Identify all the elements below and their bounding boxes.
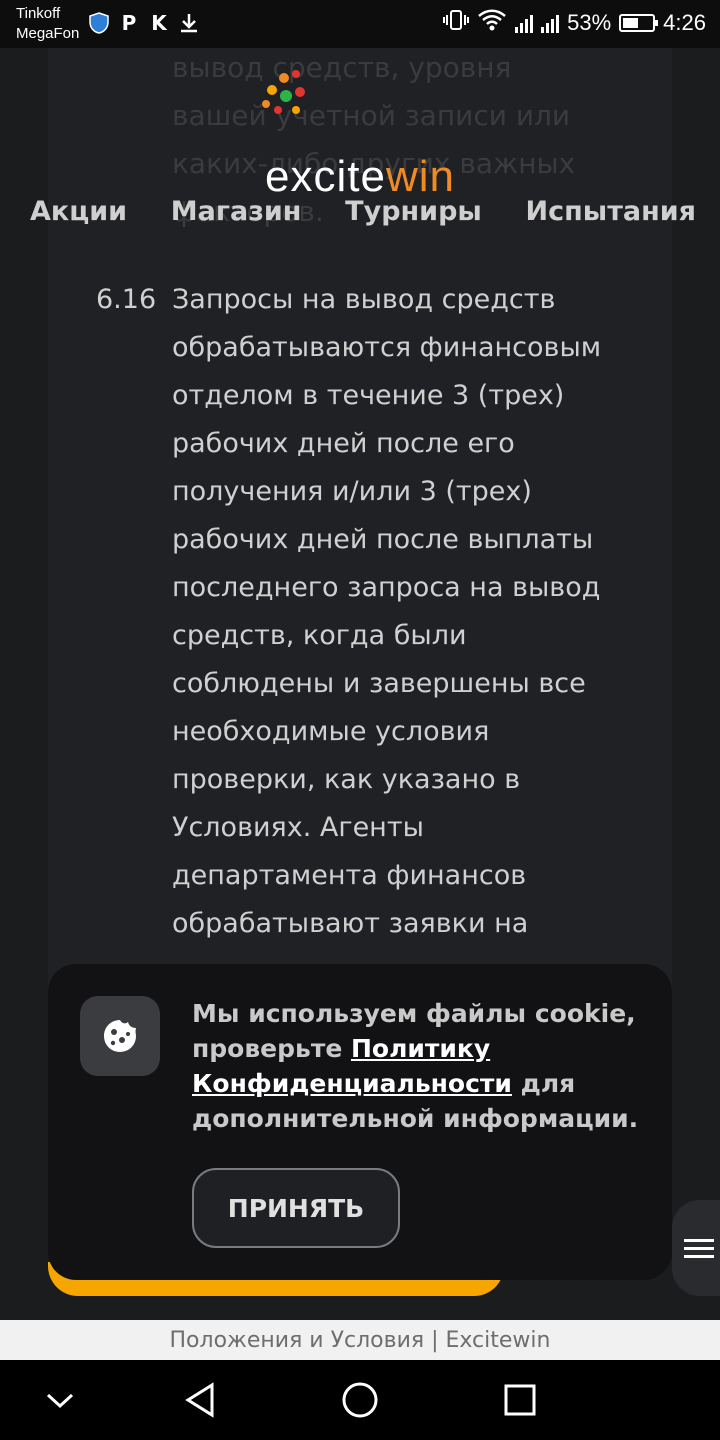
clause-number: 6.16 xyxy=(96,284,157,315)
cookie-banner: Мы используем файлы cookie, проверьте По… xyxy=(48,964,672,1280)
site-header: excitewin Акции Магазин Турниры Испытани… xyxy=(0,48,720,248)
hide-nav-button[interactable] xyxy=(40,1380,80,1420)
home-circle-icon xyxy=(342,1382,378,1418)
nav-challenges[interactable]: Испытания xyxy=(526,196,696,227)
clause-text: Запросы на вывод средств обрабатываются … xyxy=(172,284,602,939)
vibrate-icon xyxy=(443,8,470,38)
signal-1-icon xyxy=(515,13,534,33)
download-icon xyxy=(178,12,200,34)
recents-square-icon xyxy=(504,1384,536,1416)
cookie-message: Мы используем файлы cookie, проверьте По… xyxy=(192,996,642,1136)
carrier-line-1: Tinkoff xyxy=(16,5,61,22)
hamburger-icon xyxy=(684,1234,714,1263)
back-triangle-icon xyxy=(185,1382,214,1418)
menu-button[interactable] xyxy=(672,1200,720,1296)
k-app-icon: K xyxy=(151,11,167,35)
clock: 4:26 xyxy=(663,10,706,35)
battery-icon xyxy=(619,14,659,32)
wifi-icon xyxy=(477,8,507,38)
nav-shop[interactable]: Магазин xyxy=(171,196,302,227)
carrier-line-2: MegaFon xyxy=(16,25,80,42)
nav-promotions[interactable]: Акции xyxy=(30,196,127,227)
p-app-icon: P xyxy=(121,11,137,35)
status-bar: Tinkoff MegaFon P K 53% 4:26 xyxy=(0,0,720,48)
carrier-label: Tinkoff MegaFon xyxy=(16,4,79,44)
accept-cookies-button[interactable]: ПРИНЯТЬ xyxy=(192,1168,400,1248)
back-button[interactable] xyxy=(180,1380,220,1420)
logo-dots-icon xyxy=(262,70,305,114)
shield-icon xyxy=(88,12,110,34)
home-button[interactable] xyxy=(340,1380,380,1420)
battery-percent: 53% xyxy=(567,10,612,35)
signal-2-icon xyxy=(541,13,560,33)
recents-button[interactable] xyxy=(500,1380,540,1420)
logo-text-win: win xyxy=(385,152,455,201)
chevron-down-icon xyxy=(46,1393,74,1409)
system-nav-bar xyxy=(0,1360,720,1440)
status-right: 53% 4:26 xyxy=(443,8,706,38)
cookie-icon xyxy=(80,996,160,1076)
main-nav: Акции Магазин Турниры Испытания xyxy=(0,196,720,227)
site-logo[interactable]: excitewin xyxy=(0,152,720,202)
terms-clause: 6.16 Запросы на вывод средств обрабатыва… xyxy=(96,276,642,948)
nav-tournaments[interactable]: Турниры xyxy=(345,196,482,227)
page-title-bar: Положения и Условия | Excitewin xyxy=(0,1320,720,1360)
page-title: Положения и Условия | Excitewin xyxy=(169,1327,551,1353)
logo-text-excite: excite xyxy=(265,152,386,201)
notification-icons: P K xyxy=(88,11,200,35)
